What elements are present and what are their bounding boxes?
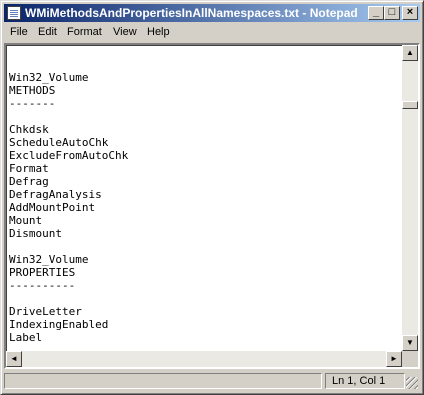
scroll-up-button[interactable]: ▲ bbox=[402, 45, 418, 61]
text-line: IndexingEnabled bbox=[9, 318, 109, 331]
text-line: ExcludeFromAutoChk bbox=[9, 149, 129, 162]
menu-bar: File Edit Format View Help bbox=[4, 23, 420, 42]
text-line: Chkdsk bbox=[9, 123, 49, 136]
text-line bbox=[9, 292, 401, 305]
horizontal-scrollbar[interactable]: ◄ ► bbox=[6, 351, 402, 367]
text-line: METHODS bbox=[9, 84, 56, 97]
menu-help[interactable]: Help bbox=[147, 26, 170, 38]
menu-edit[interactable]: Edit bbox=[38, 26, 57, 38]
maximize-button[interactable]: □ bbox=[384, 6, 400, 20]
text-line bbox=[9, 240, 401, 253]
status-panel bbox=[4, 373, 322, 389]
title-bar[interactable]: WMiMethodsAndPropertiesInAllNamespaces.t… bbox=[4, 4, 420, 22]
window-title: WMiMethodsAndPropertiesInAllNamespaces.t… bbox=[25, 6, 358, 20]
text-editor[interactable]: Win32_Volume METHODS ------- Chkdsk Schedule… bbox=[4, 43, 420, 369]
menu-format[interactable]: Format bbox=[67, 26, 102, 38]
text-line: Dismount bbox=[9, 227, 62, 240]
text-line: AddMountPoint bbox=[9, 201, 96, 214]
scroll-right-button[interactable]: ► bbox=[386, 351, 402, 367]
menu-view[interactable]: View bbox=[113, 26, 137, 38]
notepad-window: WMiMethodsAndPropertiesInAllNamespaces.t… bbox=[0, 0, 424, 395]
text-line: DefragAnalysis bbox=[9, 188, 102, 201]
text-line: DriveLetter bbox=[9, 305, 82, 318]
text-line: PROPERTIES bbox=[9, 266, 76, 279]
scrollbar-corner bbox=[402, 351, 418, 367]
text-line: ScheduleAutoChk bbox=[9, 136, 109, 149]
text-line bbox=[9, 110, 401, 123]
notepad-icon[interactable] bbox=[7, 6, 21, 20]
document-text[interactable]: Win32_Volume METHODS ------- Chkdsk Schedule… bbox=[9, 58, 401, 350]
status-bar: Ln 1, Col 1 bbox=[4, 372, 420, 391]
text-line: ------- bbox=[9, 97, 56, 110]
scroll-left-button[interactable]: ◄ bbox=[6, 351, 22, 367]
text-line: Label bbox=[9, 331, 43, 344]
text-line: Format bbox=[9, 162, 49, 175]
vertical-scrollbar[interactable]: ▲ ▼ bbox=[402, 45, 418, 351]
text-line: ---------- bbox=[9, 279, 76, 292]
text-line: Win32_Volume bbox=[9, 71, 89, 84]
text-line bbox=[9, 58, 401, 71]
menu-file[interactable]: File bbox=[10, 26, 28, 38]
scroll-down-button[interactable]: ▼ bbox=[402, 335, 418, 351]
text-line: Mount bbox=[9, 214, 43, 227]
text-line: Win32_Volume bbox=[9, 253, 89, 266]
resize-grip-icon[interactable] bbox=[406, 377, 418, 389]
cursor-position: Ln 1, Col 1 bbox=[325, 373, 405, 389]
minimize-button[interactable]: _ bbox=[368, 6, 384, 20]
text-line: Defrag bbox=[9, 175, 49, 188]
vertical-scroll-thumb[interactable] bbox=[402, 101, 418, 109]
close-button[interactable]: × bbox=[402, 6, 418, 20]
